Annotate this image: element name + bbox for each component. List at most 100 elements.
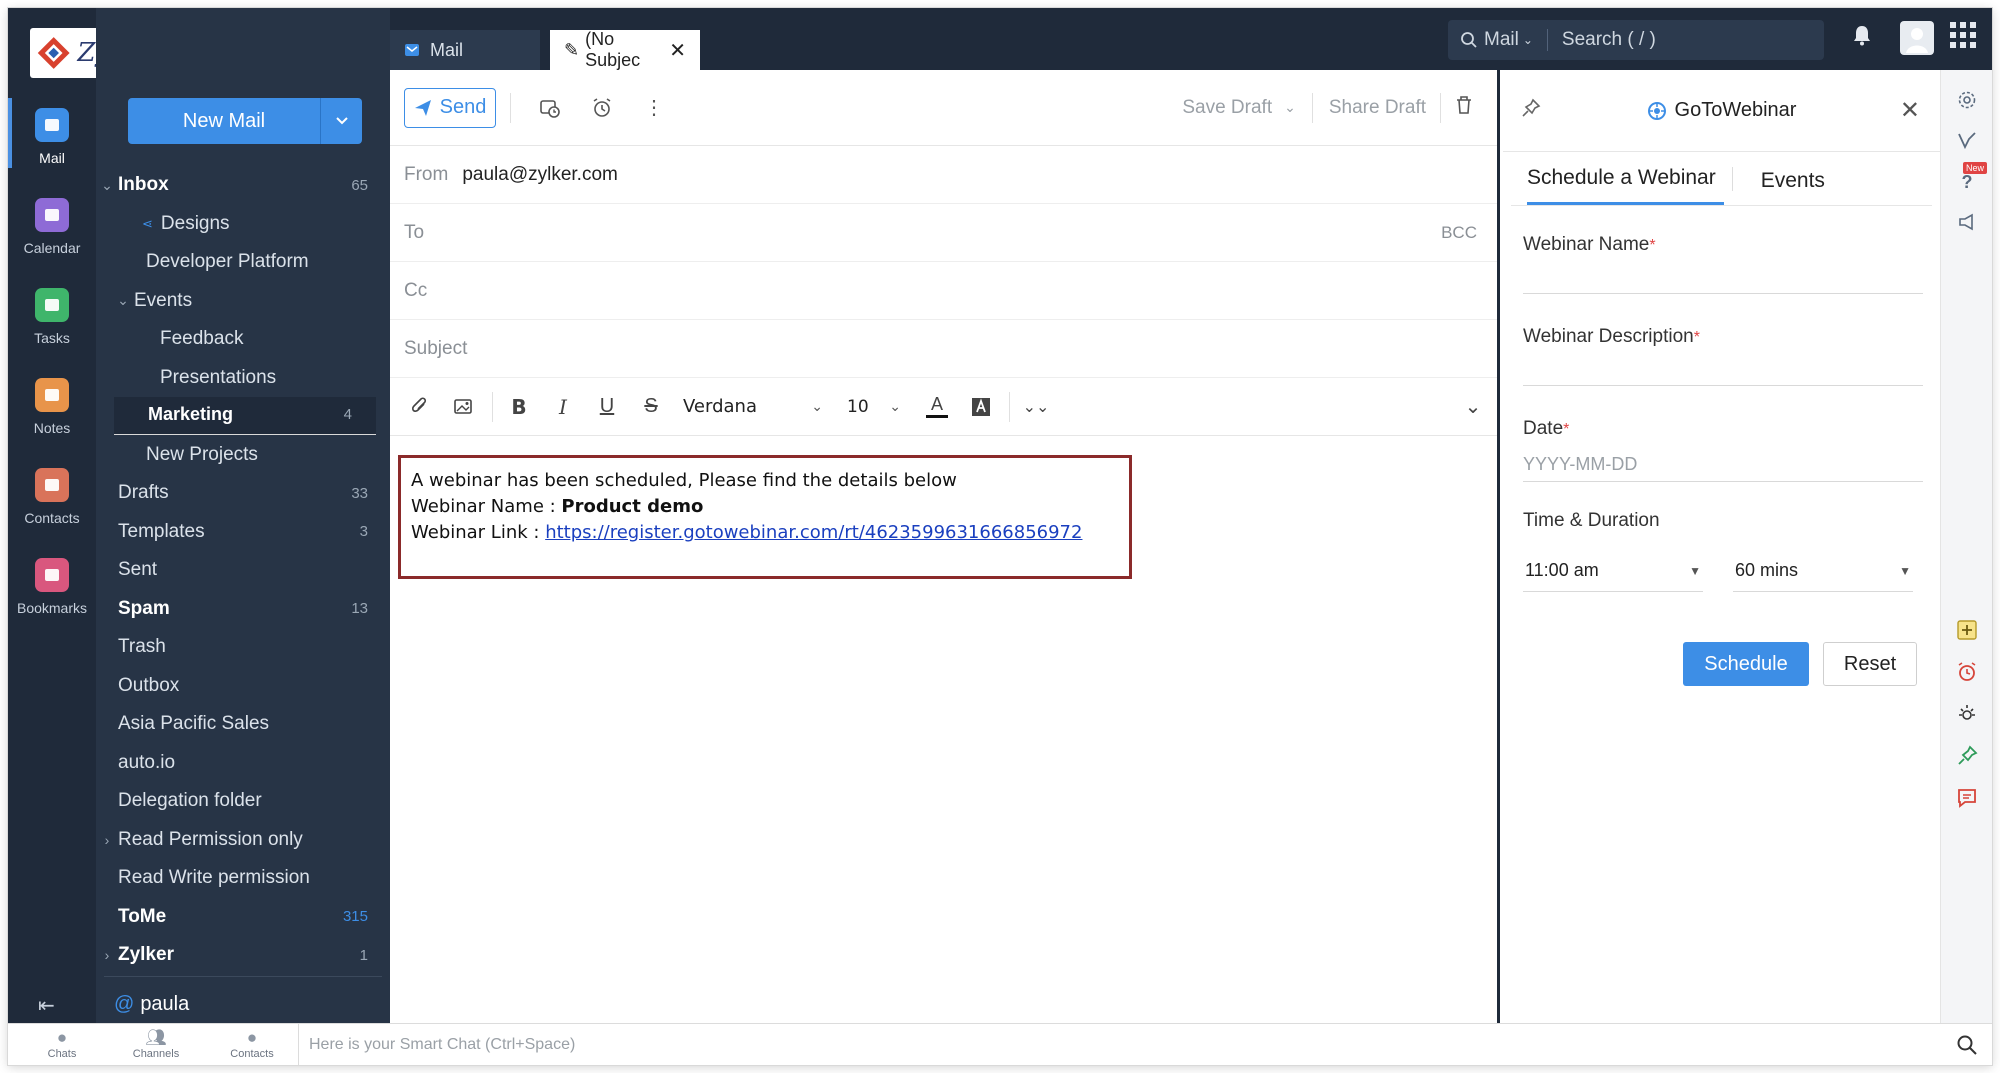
collapse-sidebar-icon[interactable]: ⇤ [38, 993, 55, 1018]
new-mail-button[interactable]: New Mail [128, 98, 362, 144]
schedule-button[interactable]: Schedule [1683, 642, 1809, 686]
duration-select[interactable]: 60 mins ▼ [1733, 552, 1913, 592]
more-options-icon[interactable]: ⋮ [641, 95, 667, 121]
folder-zylker[interactable]: › Zylker 1 [96, 936, 390, 974]
folder-read-write-permission[interactable]: Read Write permission [96, 859, 390, 897]
folder-templates[interactable]: Templates 3 [96, 513, 390, 551]
apps-grid-icon[interactable] [1950, 22, 1976, 54]
cc-field[interactable]: Cc [390, 262, 1497, 320]
folder-designs[interactable]: ⋖ Designs [96, 205, 390, 243]
chevron-down-icon[interactable]: ⌄ [116, 292, 130, 309]
underline-icon[interactable]: U [591, 392, 623, 422]
reset-button[interactable]: Reset [1823, 642, 1917, 686]
search-bar[interactable]: Mail ⌄ Search ( / ) [1448, 20, 1824, 60]
save-draft-button[interactable]: Save Draft [1182, 97, 1272, 119]
chevron-down-icon[interactable]: ⌄ [100, 177, 114, 194]
contacts-icon [35, 468, 69, 502]
check-mark-icon[interactable] [1955, 128, 1979, 152]
chats-button[interactable]: ● Chats [22, 1028, 102, 1060]
rail-item-mail[interactable]: Mail [8, 98, 96, 168]
background-color-icon[interactable] [965, 392, 997, 422]
text-color-icon[interactable]: A [921, 392, 953, 422]
search-scope[interactable]: Mail [1484, 29, 1519, 51]
to-field[interactable]: To BCC [390, 204, 1497, 262]
italic-icon[interactable]: I [547, 392, 579, 422]
rail-item-tasks[interactable]: Tasks [8, 288, 96, 346]
folder-auto-io[interactable]: auto.io [96, 744, 390, 782]
chevron-right-icon[interactable]: › [100, 832, 114, 848]
webinar-description-field[interactable]: Webinar Description* [1523, 326, 1923, 386]
channels-button[interactable]: 👥︎ Channels [116, 1028, 196, 1060]
tab-schedule-webinar[interactable]: Schedule a Webinar [1527, 166, 1724, 205]
close-panel-icon[interactable]: ✕ [1900, 96, 1920, 125]
webinar-link[interactable]: https://register.gotowebinar.com/rt/4623… [545, 522, 1082, 543]
share-draft-button[interactable]: Share Draft [1329, 97, 1426, 119]
folder-sent[interactable]: Sent [96, 551, 390, 589]
plug-icon[interactable] [1955, 744, 1979, 768]
settings-gear-icon[interactable] [1955, 88, 1979, 112]
reminder-alarm-icon[interactable] [589, 95, 615, 121]
folder-presentations[interactable]: Presentations [96, 359, 390, 397]
chevron-right-icon[interactable]: › [100, 947, 114, 963]
alarm-clock-icon[interactable] [1955, 660, 1979, 684]
search-input[interactable]: Search ( / ) [1562, 29, 1656, 51]
body-line-intro: A webinar has been scheduled, Please fin… [411, 470, 957, 491]
font-size-select[interactable]: 10 ⌄ [847, 397, 901, 417]
announcement-icon[interactable] [1955, 210, 1979, 234]
webinar-description-input[interactable] [1523, 354, 1923, 386]
avatar[interactable] [1900, 21, 1934, 61]
font-family-select[interactable]: Verdana ⌄ [683, 396, 823, 417]
subject-field[interactable]: Subject [390, 320, 1497, 378]
folder-outbox[interactable]: Outbox [96, 667, 390, 705]
current-user[interactable]: @ paula [114, 993, 189, 1016]
rail-item-bookmarks[interactable]: Bookmarks [8, 558, 96, 616]
tab-mail[interactable]: Mail [390, 30, 540, 70]
rail-item-calendar[interactable]: Calendar [8, 198, 96, 256]
tab-compose[interactable]: ✎ (No Subjec ✕ [550, 29, 700, 70]
trash-icon[interactable] [1455, 95, 1473, 121]
insert-image-icon[interactable] [448, 392, 480, 422]
folder-events[interactable]: ⌄ Events [96, 282, 390, 320]
collapse-toolbar-icon[interactable]: ⌄ [1457, 392, 1489, 422]
folder-spam[interactable]: Spam 13 [96, 590, 390, 628]
email-body-highlight[interactable]: A webinar has been scheduled, Please fin… [398, 455, 1132, 579]
contacts-button[interactable]: ● Contacts [212, 1028, 292, 1060]
attachment-icon[interactable] [404, 392, 436, 422]
bold-icon[interactable]: B [503, 392, 535, 422]
bcc-toggle[interactable]: BCC [1441, 223, 1477, 243]
rail-item-contacts[interactable]: Contacts [8, 468, 96, 526]
folder-feedback[interactable]: Feedback [96, 320, 390, 358]
new-mail-dropdown[interactable] [320, 98, 362, 144]
strikethrough-icon[interactable]: S [635, 392, 667, 422]
webinar-name-field[interactable]: Webinar Name* [1523, 234, 1923, 294]
folder-inbox[interactable]: ⌄ Inbox 65 [96, 166, 390, 204]
date-field[interactable]: Date* YYYY-MM-DD [1523, 418, 1923, 482]
integrations-icon[interactable] [1955, 702, 1979, 726]
folder-read-permission-only[interactable]: › Read Permission only [96, 821, 390, 859]
pin-icon[interactable] [1521, 98, 1541, 124]
folder-developer-platform[interactable]: Developer Platform [96, 243, 390, 281]
search-icon[interactable] [1956, 1034, 1978, 1062]
send-button[interactable]: Send [404, 87, 496, 128]
smart-chat-input[interactable]: Here is your Smart Chat (Ctrl+Space) [298, 1024, 1958, 1065]
date-input[interactable]: YYYY-MM-DD [1523, 440, 1923, 482]
more-formatting-icon[interactable]: ⌄⌄ [1020, 392, 1052, 422]
chevron-down-icon[interactable]: ⌄ [1284, 99, 1296, 116]
folder-trash[interactable]: Trash [96, 628, 390, 666]
webinar-name-input[interactable] [1523, 262, 1923, 294]
from-value[interactable]: paula@zylker.com [462, 164, 618, 186]
bell-icon[interactable] [1852, 24, 1872, 52]
add-note-icon[interactable] [1955, 618, 1979, 642]
folder-tome[interactable]: ToMe 315 [96, 898, 390, 936]
time-select[interactable]: 11:00 am ▼ [1523, 552, 1703, 592]
folder-asia-pacific-sales[interactable]: Asia Pacific Sales [96, 705, 390, 743]
schedule-send-icon[interactable] [537, 95, 563, 121]
tab-events[interactable]: Events [1761, 169, 1833, 205]
chat-bubble-icon[interactable] [1955, 786, 1979, 810]
folder-marketing[interactable]: Marketing 4 [114, 397, 376, 435]
folder-drafts[interactable]: Drafts 33 [96, 474, 390, 512]
folder-delegation-folder[interactable]: Delegation folder [96, 782, 390, 820]
close-tab-icon[interactable]: ✕ [669, 38, 686, 63]
rail-item-notes[interactable]: Notes [8, 378, 96, 436]
folder-new-projects[interactable]: New Projects [96, 436, 390, 474]
